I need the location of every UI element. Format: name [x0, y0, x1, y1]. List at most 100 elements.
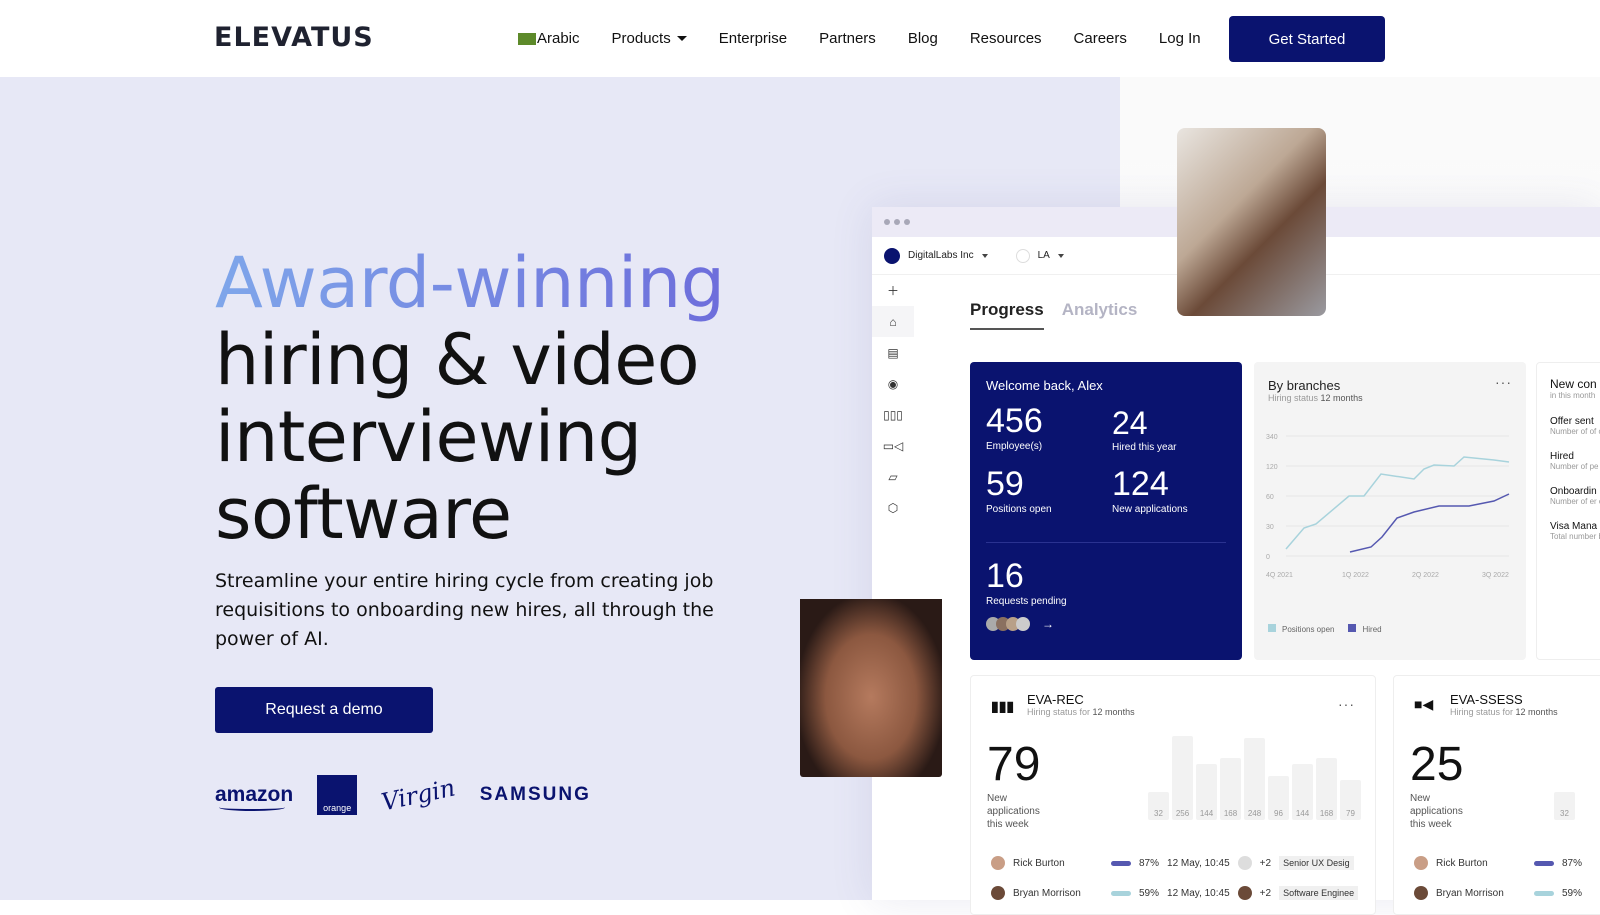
bar: 144 — [1292, 764, 1313, 820]
x-tick: 2Q 2022 — [1412, 572, 1439, 579]
table-row[interactable]: Bryan Morrison 59% — [1414, 886, 1600, 900]
home-icon[interactable]: ⌂ — [872, 306, 914, 337]
table-row[interactable]: Bryan Morrison 59% 12 May, 10:45 +2 Softw… — [991, 886, 1371, 900]
layout-icon[interactable]: ▤ — [872, 337, 914, 368]
card-subtitle: Hiring status 12 months — [1268, 393, 1363, 403]
stat-employees: 456 Employee(s) — [986, 402, 1043, 452]
tab-analytics[interactable]: Analytics — [1062, 300, 1138, 330]
avatar — [1237, 886, 1252, 900]
dashboard-sidebar: ＋ ⌂ ▤ ◉ ▯▯▯ ▭◁ ▱ ⬡ — [872, 275, 914, 523]
nav-products[interactable]: Products — [612, 30, 687, 47]
target-icon[interactable]: ◉ — [872, 368, 914, 399]
orange-logo: orange — [317, 775, 358, 815]
nav-blog[interactable]: Blog — [908, 30, 938, 47]
y-tick: 30 — [1266, 524, 1274, 531]
y-tick: 0 — [1266, 554, 1270, 561]
nav-enterprise[interactable]: Enterprise — [719, 30, 787, 47]
hero-subtitle: Streamline your entire hiring cycle from… — [215, 570, 714, 650]
org-selector[interactable]: DigitalLabs Inc — [908, 250, 974, 261]
chevron-down-icon — [981, 253, 988, 258]
eva-ssess-card: ■◀ EVA-SSESS Hiring status for 12 months… — [1393, 675, 1600, 915]
by-branches-card: By branches Hiring status 12 months ··· … — [1254, 362, 1526, 660]
nav-label: Products — [611, 30, 671, 47]
y-tick: 340 — [1266, 434, 1278, 441]
dashboard-tabs: Progress Analytics — [970, 300, 1137, 330]
x-tick: 4Q 2021 — [1266, 572, 1293, 579]
samsung-logo: SAMSUNG — [479, 784, 591, 805]
branches-line-chart: 340 120 60 30 0 4Q 2021 1Q 2022 2Q 2022 … — [1266, 434, 1510, 579]
plus-icon[interactable]: ＋ — [872, 275, 914, 306]
settings-icon[interactable]: ⬡ — [872, 492, 914, 523]
more-icon[interactable]: ··· — [1338, 696, 1355, 712]
bar: 32 — [1554, 792, 1575, 820]
welcome-title: Welcome back, Alex — [986, 378, 1103, 393]
bar: 144 — [1196, 764, 1217, 820]
pipeline-icon[interactable]: ▯▯▯ — [872, 399, 914, 430]
avatar — [1237, 856, 1252, 870]
client-logos: amazon orange Virgin SAMSUNG — [215, 774, 591, 817]
headline-line: interviewing — [215, 396, 642, 478]
eva-rec-bars: 32 256 144 168 248 96 144 168 79 — [1148, 736, 1361, 820]
stat-label: New applications — [1112, 504, 1188, 515]
card-subtitle: Hiring status for 12 months — [1027, 707, 1135, 717]
nc-item: HiredNumber of pe selected peri — [1550, 451, 1600, 471]
eva-rec-card: ▮▮▮ EVA-REC Hiring status for 12 months … — [970, 675, 1376, 915]
card-title: EVA-SSESS — [1450, 692, 1523, 707]
avatar — [991, 856, 1005, 870]
x-tick: 1Q 2022 — [1342, 572, 1369, 579]
legend-positions: Positions open — [1268, 624, 1334, 634]
hired-line — [1349, 493, 1510, 553]
stat-value: 124 — [1112, 465, 1169, 503]
nav-partners[interactable]: Partners — [819, 30, 876, 47]
bar: 248 — [1244, 738, 1265, 820]
bar: 96 — [1268, 776, 1289, 820]
stat-label: Positions open — [986, 504, 1052, 515]
avatar — [1414, 856, 1428, 870]
nav-arabic[interactable]: Arabic — [518, 30, 580, 47]
divider — [986, 542, 1226, 543]
stat-positions: 59 Positions open — [986, 465, 1052, 515]
request-demo-button[interactable]: Request a demo — [215, 687, 433, 733]
card-subtitle: Hiring status for 12 months — [1450, 707, 1558, 717]
hero-headline: Award-winning hiring & video interviewin… — [215, 245, 725, 553]
top-nav: ELEVATUS Arabic Products Enterprise Part… — [0, 0, 1600, 77]
get-started-button[interactable]: Get Started — [1229, 16, 1385, 62]
card-title: EVA-REC — [1027, 692, 1084, 707]
chevron-down-icon — [676, 36, 687, 41]
card-subtitle: in this month — [1550, 391, 1596, 400]
nav-label: Arabic — [537, 30, 580, 47]
more-icon[interactable]: ··· — [1495, 374, 1512, 390]
stat-hired: 24 Hired this year — [1112, 405, 1176, 453]
stat-applications: 124 New applications — [1112, 465, 1188, 515]
card-title: By branches — [1268, 378, 1341, 393]
candidate-photo-man — [1177, 128, 1326, 316]
avatar-stack[interactable]: → — [986, 617, 1054, 631]
table-row[interactable]: Rick Burton 87% 12 May, 10:45 +2 Senior U… — [991, 856, 1371, 870]
amazon-logo: amazon — [215, 783, 294, 811]
headline-accent: Award-winning — [215, 242, 725, 324]
location-selector[interactable]: LA — [1038, 250, 1050, 261]
nav-resources[interactable]: Resources — [970, 30, 1042, 47]
bar: 168 — [1316, 758, 1337, 820]
nav-careers[interactable]: Careers — [1074, 30, 1127, 47]
stat-label: Hired this year — [1112, 442, 1177, 453]
table-row[interactable]: Rick Burton 87% — [1414, 856, 1600, 870]
bar: 256 — [1172, 736, 1193, 820]
welcome-card: Welcome back, Alex 456 Employee(s) 24 Hire… — [970, 362, 1242, 660]
y-tick: 120 — [1266, 464, 1278, 471]
role-tag: Software Enginee — [1279, 886, 1359, 900]
new-conversions-card: New con in this month Offer sent Number o… — [1536, 362, 1600, 660]
role-tag: Senior UX Desig — [1279, 856, 1354, 870]
tab-progress[interactable]: Progress — [970, 300, 1044, 330]
location-icon — [1015, 248, 1030, 263]
progress-bar — [1534, 890, 1554, 896]
video-icon[interactable]: ▭◁ — [872, 430, 914, 461]
main-menu: Arabic Products Enterprise Partners Blog… — [518, 0, 1233, 77]
elevatus-logo[interactable]: ELEVATUS — [214, 22, 374, 53]
big-label: New applications this week — [987, 793, 1040, 830]
stat-value: 456 — [986, 402, 1043, 440]
arrow-right-icon[interactable]: → — [1042, 617, 1054, 631]
nav-login[interactable]: Log In — [1159, 30, 1201, 47]
positions-open-line — [1285, 456, 1510, 550]
chat-icon[interactable]: ▱ — [872, 461, 914, 492]
